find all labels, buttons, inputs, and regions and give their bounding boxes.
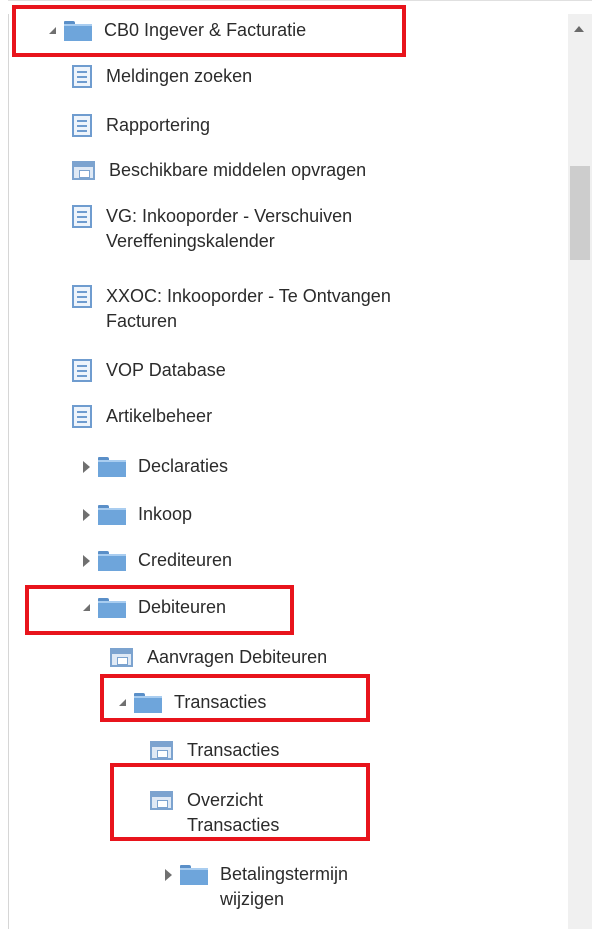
tree-item-aanvragen-debiteuren[interactable]: Aanvragen Debiteuren bbox=[110, 645, 327, 670]
folder-icon bbox=[180, 865, 208, 885]
vertical-scrollbar[interactable] bbox=[568, 14, 592, 929]
collapsed-triangle-icon[interactable] bbox=[78, 548, 94, 573]
tree-item-xxoc-inkooporder[interactable]: XXOC: Inkooporder - Te Ontvangen Facture… bbox=[72, 284, 391, 334]
tree-item-label: VG: Inkooporder - Verschuiven Vereffenin… bbox=[106, 206, 353, 251]
document-icon bbox=[72, 205, 92, 228]
tree-item-label: Overzicht Transacties bbox=[187, 790, 280, 835]
expanded-triangle-icon[interactable] bbox=[114, 690, 130, 715]
tree-node-label: CB0 Ingever & Facturatie bbox=[104, 20, 307, 40]
tree-node-label: Crediteuren bbox=[138, 550, 233, 570]
folder-icon bbox=[98, 505, 126, 525]
tree-node-label: Inkoop bbox=[138, 504, 193, 524]
tree-item-label: Transacties bbox=[187, 740, 280, 760]
form-icon bbox=[72, 161, 95, 180]
tree-node-betalingstermijn-wijzigen[interactable]: Betalingstermijn wijzigen bbox=[160, 862, 348, 912]
document-icon bbox=[72, 285, 92, 308]
tree-item-artikelbeheer[interactable]: Artikelbeheer bbox=[72, 404, 212, 429]
form-icon bbox=[110, 648, 133, 667]
folder-icon bbox=[98, 457, 126, 477]
folder-icon bbox=[98, 598, 126, 618]
folder-icon bbox=[64, 21, 92, 41]
tree-item-overzicht-transacties[interactable]: Overzicht Transacties bbox=[150, 788, 279, 838]
collapsed-triangle-icon[interactable] bbox=[78, 502, 94, 527]
tree-item-label: Beschikbare middelen opvragen bbox=[109, 160, 367, 180]
tree-item-label: Artikelbeheer bbox=[106, 406, 213, 426]
scroll-up-arrow-icon[interactable] bbox=[574, 26, 584, 32]
tree-node-cb0-ingever-facturatie[interactable]: CB0 Ingever & Facturatie bbox=[44, 18, 306, 43]
document-icon bbox=[72, 114, 92, 137]
tree-item-beschikbare-middelen[interactable]: Beschikbare middelen opvragen bbox=[72, 158, 366, 183]
tree-node-transacties[interactable]: Transacties bbox=[114, 690, 266, 715]
folder-icon bbox=[98, 551, 126, 571]
expanded-triangle-icon[interactable] bbox=[78, 595, 94, 620]
tree-item-rapportering[interactable]: Rapportering bbox=[72, 113, 210, 138]
tree-node-declaraties[interactable]: Declaraties bbox=[78, 454, 228, 479]
document-icon bbox=[72, 359, 92, 382]
folder-icon bbox=[134, 693, 162, 713]
tree-node-label: Transacties bbox=[174, 692, 267, 712]
expanded-triangle-icon[interactable] bbox=[44, 18, 60, 43]
navigator-tree: CB0 Ingever & Facturatie Meldingen zoeke… bbox=[0, 0, 568, 929]
tree-node-crediteuren[interactable]: Crediteuren bbox=[78, 548, 232, 573]
tree-item-label: Rapportering bbox=[106, 115, 211, 135]
tree-item-meldingen-zoeken[interactable]: Meldingen zoeken bbox=[72, 64, 252, 89]
tree-node-label: Betalingstermijn wijzigen bbox=[220, 864, 349, 909]
form-icon bbox=[150, 741, 173, 760]
form-icon bbox=[150, 791, 173, 810]
tree-item-label: Meldingen zoeken bbox=[106, 66, 253, 86]
tree-item-label: Aanvragen Debiteuren bbox=[147, 647, 328, 667]
tree-node-label: Debiteuren bbox=[138, 597, 227, 617]
tree-node-inkoop[interactable]: Inkoop bbox=[78, 502, 192, 527]
collapsed-triangle-icon[interactable] bbox=[160, 862, 176, 887]
collapsed-triangle-icon[interactable] bbox=[78, 454, 94, 479]
scrollbar-thumb[interactable] bbox=[570, 166, 590, 260]
tree-item-vop-database[interactable]: VOP Database bbox=[72, 358, 226, 383]
tree-node-label: Declaraties bbox=[138, 456, 229, 476]
document-icon bbox=[72, 405, 92, 428]
tree-item-label: XXOC: Inkooporder - Te Ontvangen Facture… bbox=[106, 286, 391, 331]
tree-item-label: VOP Database bbox=[106, 360, 226, 380]
document-icon bbox=[72, 65, 92, 88]
tree-item-transacties[interactable]: Transacties bbox=[150, 738, 279, 763]
tree-node-debiteuren[interactable]: Debiteuren bbox=[78, 595, 226, 620]
tree-item-vg-inkooporder[interactable]: VG: Inkooporder - Verschuiven Vereffenin… bbox=[72, 204, 352, 254]
